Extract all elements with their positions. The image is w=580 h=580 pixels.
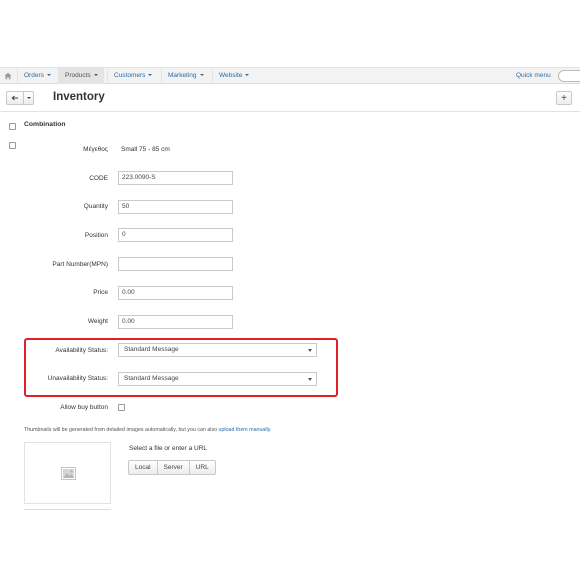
position-label: Position [84, 232, 108, 239]
allow-buy-checkbox[interactable] [118, 404, 125, 411]
position-input[interactable]: 0 [118, 228, 233, 242]
option-value: Small 75 - 85 cm [121, 146, 170, 153]
divider [24, 509, 111, 511]
file-select-label: Select a file or enter a URL [129, 445, 208, 452]
back-dropdown-button[interactable] [24, 91, 34, 105]
unavailability-label: Unavailability Status: [47, 375, 108, 382]
code-input[interactable]: 223.0090-S [118, 171, 233, 185]
availability-selected-value: Standard Message [124, 346, 179, 353]
nav-orders[interactable]: Orders [17, 68, 57, 84]
thumbnail-hint: Thumbnails will be generated from detail… [24, 427, 271, 433]
home-icon[interactable] [4, 72, 12, 80]
unavailability-select[interactable]: Standard Message [118, 372, 317, 386]
allow-buy-label: Allow buy button [60, 404, 108, 411]
nav-customers[interactable]: Customers [107, 68, 158, 84]
nav-website[interactable]: Website [212, 68, 255, 84]
title-bar: Inventory + [0, 85, 580, 112]
add-button[interactable]: + [556, 91, 572, 105]
caret-down-icon [148, 74, 153, 77]
quantity-input[interactable]: 50 [118, 200, 233, 214]
section-combination-label: Combination [24, 121, 66, 128]
unavailability-selected-value: Standard Message [124, 375, 179, 382]
nav-marketing-label: Marketing [168, 72, 197, 79]
nav-orders-label: Orders [24, 72, 44, 79]
mpn-input[interactable] [118, 257, 233, 271]
code-label: CODE [89, 175, 108, 182]
select-all-checkbox[interactable] [9, 123, 16, 130]
back-button-group [6, 91, 34, 105]
thumbnail-hint-text: Thumbnails will be generated from detail… [24, 427, 218, 433]
back-button[interactable] [6, 91, 24, 105]
url-button[interactable]: URL [189, 460, 216, 475]
nav-customers-label: Customers [114, 72, 146, 79]
image-placeholder [24, 442, 111, 504]
weight-input[interactable]: 0.00 [118, 315, 233, 329]
nav-products-label: Products [65, 72, 91, 79]
price-input[interactable]: 0.00 [118, 286, 233, 300]
upload-manually-link[interactable]: upload them manually. [219, 427, 272, 433]
dropdown-arrow-icon [308, 378, 312, 381]
quantity-label: Quantity [83, 203, 108, 210]
caret-down-icon [26, 97, 31, 99]
caret-down-icon [245, 74, 250, 77]
option-label: Μέγεθος [83, 146, 108, 153]
availability-label: Availability Status: [55, 347, 108, 354]
quick-menu-toggle[interactable] [558, 70, 580, 82]
price-label: Price [93, 289, 108, 296]
image-icon [61, 467, 76, 480]
server-button[interactable]: Server [157, 460, 190, 475]
top-nav: Orders Products Customers Marketing Webs… [0, 67, 580, 84]
quick-menu-label[interactable]: Quick menu [516, 68, 551, 83]
nav-products[interactable]: Products [58, 68, 104, 84]
local-button[interactable]: Local [128, 460, 158, 475]
caret-down-icon [93, 74, 98, 77]
dropdown-arrow-icon [308, 349, 312, 352]
back-arrow-icon [11, 95, 18, 101]
nav-website-label: Website [219, 72, 243, 79]
weight-label: Weight [87, 318, 108, 325]
page-title: Inventory [53, 91, 105, 103]
mpn-label: Part Number(MPN) [52, 261, 108, 268]
file-source-buttons: Local Server URL [128, 460, 216, 475]
nav-marketing[interactable]: Marketing [161, 68, 210, 84]
caret-down-icon [46, 74, 51, 77]
availability-select[interactable]: Standard Message [118, 343, 317, 357]
caret-down-icon [199, 74, 204, 77]
